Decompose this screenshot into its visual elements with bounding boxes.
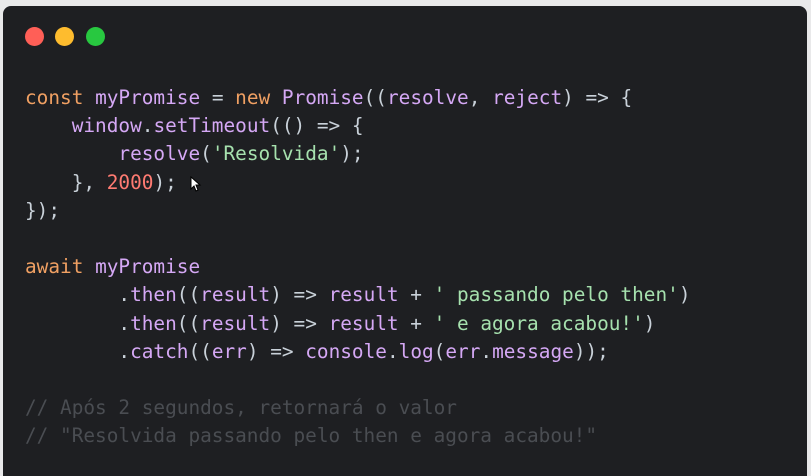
code-token: ( xyxy=(200,142,212,166)
code-line: // "Resolvida passando pelo then e agora… xyxy=(25,422,691,450)
code-token: ) => xyxy=(270,283,329,307)
code-token: err xyxy=(445,339,481,363)
code-token: then xyxy=(130,311,177,335)
code-token: myPromise xyxy=(95,86,201,109)
code-token: . xyxy=(480,339,493,363)
code-token: ' passando pelo then' xyxy=(433,283,679,307)
code-token: resolve xyxy=(118,142,201,166)
code-token: result xyxy=(328,311,399,335)
code-token: ) => { xyxy=(562,86,633,109)
code-line: const myPromise = new Promise((resolve, … xyxy=(25,84,691,112)
code-token: ); xyxy=(340,142,364,166)
code-token: (( xyxy=(176,283,201,307)
code-token: . xyxy=(386,339,399,363)
maximize-window-button[interactable] xyxy=(86,27,105,46)
code-token: myPromise xyxy=(95,255,201,279)
code-token: resolve xyxy=(386,86,469,109)
mouse-pointer-icon xyxy=(190,176,202,192)
code-token: log xyxy=(398,339,434,363)
code-token: console xyxy=(305,339,387,363)
code-line: resolve('Resolvida'); xyxy=(25,140,691,168)
code-token: catch xyxy=(130,339,189,363)
code-token: then xyxy=(130,283,177,307)
code-token: ) xyxy=(643,311,656,335)
code-token: . xyxy=(141,114,154,138)
code-token: + xyxy=(398,283,434,307)
code-token: ( xyxy=(433,339,446,363)
code-line: }); xyxy=(25,197,691,225)
code-token: , xyxy=(468,86,493,109)
minimize-window-button[interactable] xyxy=(55,27,74,46)
code-line: }, 2000); xyxy=(25,169,691,197)
code-token: err xyxy=(211,339,247,363)
code-token: )); xyxy=(573,339,609,363)
code-token: setTimeout xyxy=(153,114,271,138)
code-token: }, xyxy=(25,170,107,194)
window-titlebar xyxy=(3,6,807,66)
code-token: + xyxy=(398,311,434,335)
code-window: const myPromise = new Promise((resolve, … xyxy=(3,6,807,476)
code-token: result xyxy=(200,311,271,335)
code-line: window.setTimeout(() => { xyxy=(25,112,691,140)
code-block: const myPromise = new Promise((resolve, … xyxy=(25,84,691,450)
code-line: // Após 2 segundos, retornará o valor xyxy=(25,394,691,422)
code-token: (( xyxy=(176,311,201,335)
code-token: Promise xyxy=(281,86,364,109)
code-token: 'Resolvida' xyxy=(211,142,341,166)
code-token: ) => xyxy=(270,311,329,335)
code-token: await xyxy=(25,255,84,279)
code-line: .then((result) => result + ' e agora aca… xyxy=(25,310,691,338)
code-token: reject xyxy=(492,86,563,109)
code-token: (() => { xyxy=(270,114,364,138)
code-line: .catch((err) => console.log(err.message)… xyxy=(25,338,691,366)
code-token: . xyxy=(25,311,131,335)
code-token: (( xyxy=(363,86,387,109)
code-token: const xyxy=(25,86,84,109)
code-token: }); xyxy=(25,198,61,222)
code-line: await myPromise xyxy=(25,253,691,281)
code-token: ' e agora acabou!' xyxy=(433,311,644,335)
code-line: .then((result) => result + ' passando pe… xyxy=(25,281,691,309)
code-token: result xyxy=(200,283,271,307)
code-token: 2000 xyxy=(106,170,154,194)
close-window-button[interactable] xyxy=(25,27,44,46)
code-token: new xyxy=(235,86,271,109)
code-token: . xyxy=(25,339,131,363)
code-token: // "Resolvida passando pelo then e agora… xyxy=(25,424,598,448)
code-token: = xyxy=(200,86,236,109)
code-token: ) xyxy=(678,283,691,307)
code-token: message xyxy=(492,339,574,363)
code-token: (( xyxy=(188,339,212,363)
code-token: . xyxy=(25,283,131,307)
code-token: ); xyxy=(153,170,177,194)
code-token: result xyxy=(328,283,399,307)
code-token: // Após 2 segundos, retornará o valor xyxy=(25,396,457,420)
code-token: window xyxy=(71,114,142,138)
code-token: ) => xyxy=(246,339,306,363)
